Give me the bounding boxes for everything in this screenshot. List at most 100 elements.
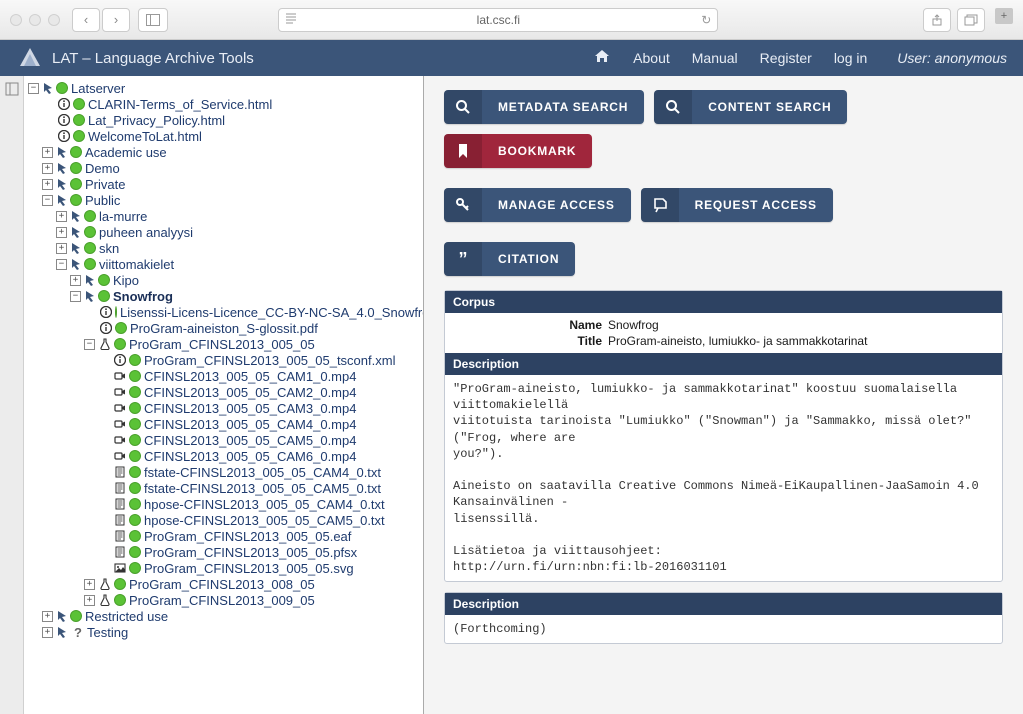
status-dot — [129, 418, 141, 430]
sidebar-toggle-icon[interactable] — [3, 80, 21, 98]
video-icon — [114, 386, 126, 398]
status-dot — [129, 466, 141, 478]
tree-item[interactable]: CFINSL2013_005_05_CAM3_0.mp4 — [144, 401, 356, 416]
tree-item[interactable]: Lisenssi-Licens-Licence_CC-BY-NC-SA_4.0_… — [120, 305, 424, 320]
tree-item[interactable]: CFINSL2013_005_05_CAM5_0.mp4 — [144, 433, 356, 448]
description-panel-2: Description (Forthcoming) — [444, 592, 1003, 644]
tree-item[interactable]: Testing — [87, 625, 128, 640]
manual-link[interactable]: Manual — [692, 50, 738, 66]
expander[interactable]: + — [56, 243, 67, 254]
request-icon — [641, 188, 679, 222]
back-button[interactable]: ‹ — [72, 8, 100, 32]
tree-pane[interactable]: −Latserver CLARIN-Terms_of_Service.html … — [24, 76, 424, 714]
tree-item-selected[interactable]: Snowfrog — [113, 289, 173, 304]
reload-icon[interactable]: ↻ — [701, 13, 711, 27]
content-pane: METADATA SEARCH CONTENT SEARCH BOOKMARK … — [424, 76, 1023, 714]
expander[interactable]: − — [70, 291, 81, 302]
expander[interactable]: + — [42, 611, 53, 622]
app-logo — [16, 44, 44, 72]
url-bar[interactable]: lat.csc.fi ↻ — [278, 8, 718, 32]
manage-access-button[interactable]: MANAGE ACCESS — [444, 188, 631, 222]
register-link[interactable]: Register — [760, 50, 812, 66]
text-file-icon — [114, 546, 126, 558]
expander[interactable]: − — [56, 259, 67, 270]
description-text: (Forthcoming) — [453, 619, 994, 639]
home-link[interactable] — [593, 48, 611, 69]
request-access-button[interactable]: REQUEST ACCESS — [641, 188, 833, 222]
tree-item[interactable]: CFINSL2013_005_05_CAM2_0.mp4 — [144, 385, 356, 400]
expander[interactable]: − — [28, 83, 39, 94]
metadata-search-button[interactable]: METADATA SEARCH — [444, 90, 644, 124]
pointer-icon — [70, 258, 82, 270]
tabs-button[interactable] — [957, 8, 985, 32]
tree-item[interactable]: Private — [85, 177, 125, 192]
tree-item[interactable]: ProGram_CFINSL2013_005_05 — [129, 337, 315, 352]
tree-item[interactable]: fstate-CFINSL2013_005_05_CAM4_0.txt — [144, 465, 381, 480]
new-tab[interactable]: + — [995, 8, 1013, 24]
status-dot — [84, 258, 96, 270]
login-link[interactable]: log in — [834, 50, 867, 66]
tree-item[interactable]: CFINSL2013_005_05_CAM1_0.mp4 — [144, 369, 356, 384]
tree-item[interactable]: Kipo — [113, 273, 139, 288]
tree-item[interactable]: ProGram-aineiston_S-glossit.pdf — [130, 321, 318, 336]
sidebar-toggle[interactable] — [138, 8, 168, 32]
tree-item[interactable]: puheen analyysi — [99, 225, 193, 240]
expander[interactable]: + — [84, 579, 95, 590]
share-button[interactable] — [923, 8, 951, 32]
minimize-window[interactable] — [29, 14, 41, 26]
expander[interactable]: + — [56, 211, 67, 222]
expander[interactable]: + — [42, 179, 53, 190]
status-dot — [84, 226, 96, 238]
expander[interactable]: + — [42, 147, 53, 158]
close-window[interactable] — [10, 14, 22, 26]
tree-item[interactable]: ProGram_CFINSL2013_005_05.pfsx — [144, 545, 357, 560]
tree-item[interactable]: ProGram_CFINSL2013_005_05.eaf — [144, 529, 351, 544]
expander[interactable]: + — [56, 227, 67, 238]
tree-item[interactable]: Public — [85, 193, 120, 208]
tree-item[interactable]: la-murre — [99, 209, 147, 224]
mini-sidebar — [0, 76, 24, 714]
pointer-icon — [56, 178, 68, 190]
tree-item[interactable]: ProGram_CFINSL2013_005_05_tsconf.xml — [144, 353, 395, 368]
tree-item[interactable]: skn — [99, 241, 119, 256]
tree-item[interactable]: Restricted use — [85, 609, 168, 624]
tree-item[interactable]: Lat_Privacy_Policy.html — [88, 113, 225, 128]
meta-key: Title — [453, 334, 608, 348]
text-file-icon — [114, 466, 126, 478]
tree-item[interactable]: Academic use — [85, 145, 167, 160]
expander[interactable]: + — [84, 595, 95, 606]
expander[interactable]: − — [84, 339, 95, 350]
tree-item[interactable]: hpose-CFINSL2013_005_05_CAM5_0.txt — [144, 513, 385, 528]
tree-item[interactable]: ProGram_CFINSL2013_009_05 — [129, 593, 315, 608]
citation-button[interactable]: ” CITATION — [444, 242, 575, 276]
tree-item[interactable]: CLARIN-Terms_of_Service.html — [88, 97, 272, 112]
expander[interactable]: − — [42, 195, 53, 206]
content-search-button[interactable]: CONTENT SEARCH — [654, 90, 847, 124]
status-dot — [70, 178, 82, 190]
tree-item[interactable]: Demo — [85, 161, 120, 176]
bookmark-button[interactable]: BOOKMARK — [444, 134, 592, 168]
tree-item[interactable]: viittomakielet — [99, 257, 174, 272]
tree-item[interactable]: ProGram_CFINSL2013_005_05.svg — [144, 561, 354, 576]
pointer-icon — [56, 194, 68, 206]
reader-icon — [285, 12, 297, 27]
tree-root[interactable]: Latserver — [71, 81, 125, 96]
maximize-window[interactable] — [48, 14, 60, 26]
expander[interactable]: + — [42, 163, 53, 174]
tree-item[interactable]: ProGram_CFINSL2013_008_05 — [129, 577, 315, 592]
info-icon — [100, 306, 112, 318]
meta-key: Name — [453, 318, 608, 332]
forward-button[interactable]: › — [102, 8, 130, 32]
tree-item[interactable]: hpose-CFINSL2013_005_05_CAM4_0.txt — [144, 497, 385, 512]
text-file-icon — [114, 514, 126, 526]
info-icon — [58, 114, 70, 126]
tree-item[interactable]: fstate-CFINSL2013_005_05_CAM5_0.txt — [144, 481, 381, 496]
text-file-icon — [114, 482, 126, 494]
status-dot — [129, 354, 141, 366]
tree-item[interactable]: WelcomeToLat.html — [88, 129, 202, 144]
about-link[interactable]: About — [633, 50, 670, 66]
tree-item[interactable]: CFINSL2013_005_05_CAM6_0.mp4 — [144, 449, 356, 464]
expander[interactable]: + — [42, 627, 53, 638]
tree-item[interactable]: CFINSL2013_005_05_CAM4_0.mp4 — [144, 417, 356, 432]
expander[interactable]: + — [70, 275, 81, 286]
